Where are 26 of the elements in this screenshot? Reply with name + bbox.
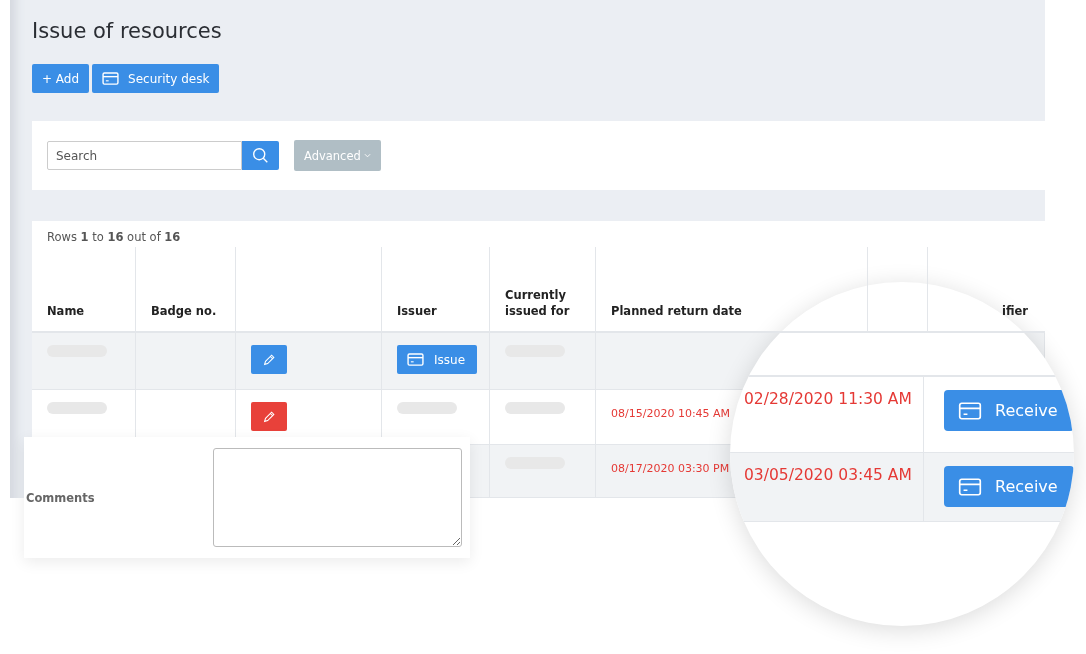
receive-button[interactable]: Receive	[944, 466, 1074, 507]
card-icon	[102, 72, 120, 85]
pencil-icon	[262, 352, 276, 367]
return-date: 08/15/2020 10:45 AM	[611, 407, 731, 420]
card-icon	[958, 477, 982, 496]
pencil-icon	[262, 409, 276, 424]
issue-button[interactable]: Issue	[397, 345, 478, 374]
search-icon	[252, 147, 269, 164]
comments-label: Comments	[26, 490, 95, 505]
edit-button[interactable]	[251, 402, 287, 431]
edit-button[interactable]	[251, 345, 287, 374]
security-desk-button[interactable]: Security desk	[92, 64, 220, 93]
receive-button[interactable]: Receive	[944, 390, 1074, 431]
add-button[interactable]: + Add	[32, 64, 90, 93]
return-date: 03/05/2020 03:45 AM	[744, 466, 912, 484]
row-count: Rows 1 to 16 out of 16	[46, 229, 182, 246]
advanced-button[interactable]: Advanced	[294, 140, 381, 171]
page-title: Issue of resources	[32, 18, 223, 45]
return-date: 02/28/2020 11:30 AM	[744, 390, 912, 408]
chevron-icon	[363, 153, 371, 158]
return-date: 08/17/2020 03:30 PM	[611, 462, 730, 475]
comments-field[interactable]	[213, 448, 462, 547]
card-icon	[958, 401, 982, 420]
card-icon	[407, 353, 424, 366]
search-button[interactable]	[242, 141, 279, 170]
search-field[interactable]: Search	[47, 141, 242, 170]
